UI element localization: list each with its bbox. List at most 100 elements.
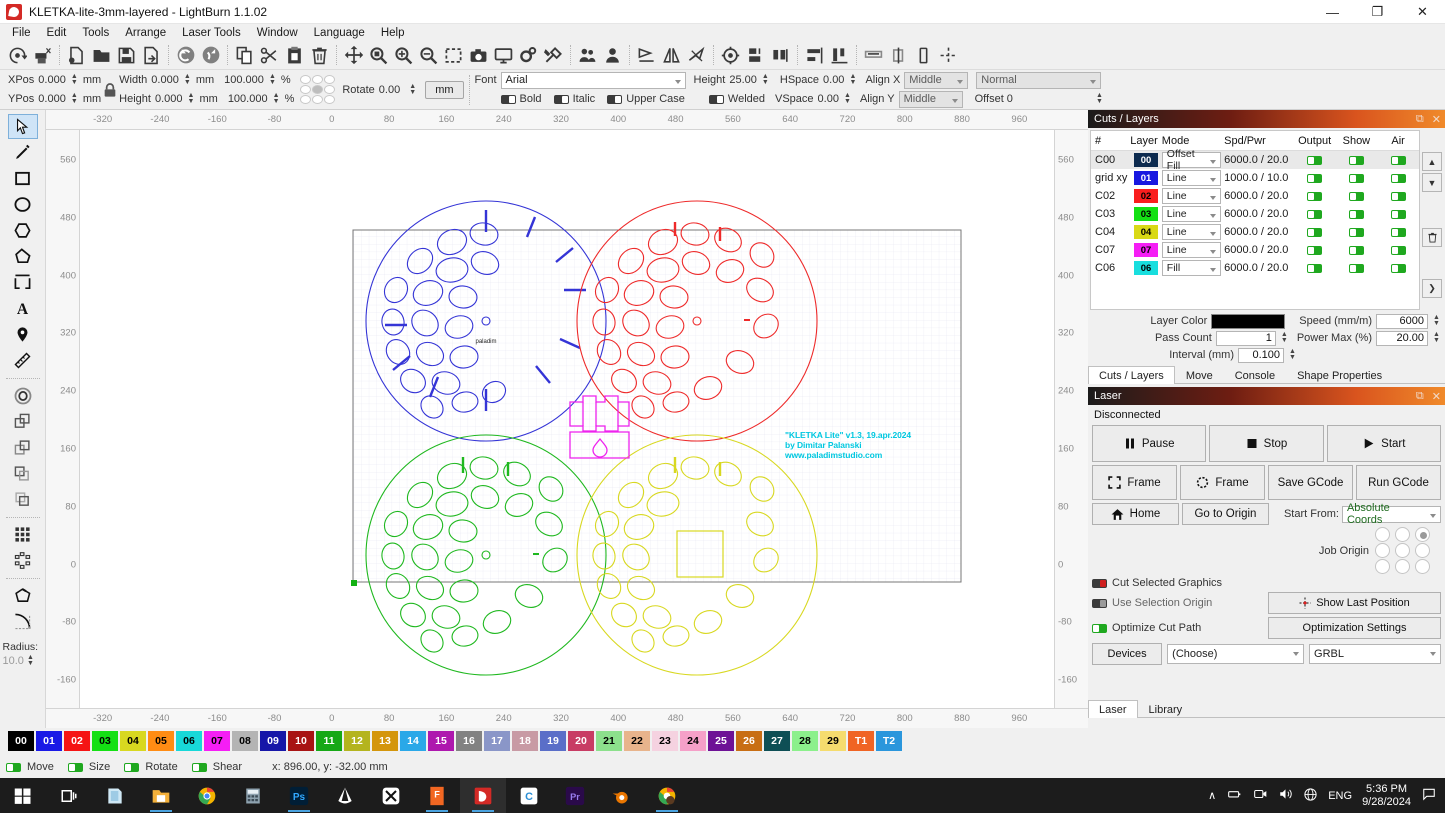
zoom-out-icon[interactable] xyxy=(416,43,441,68)
move-layer-down-button[interactable]: ▼ xyxy=(1422,173,1442,192)
tab-console[interactable]: Console xyxy=(1224,366,1286,384)
italic-toggle[interactable] xyxy=(553,94,569,104)
layer-air-toggle[interactable] xyxy=(1390,209,1406,219)
layer-output-toggle[interactable] xyxy=(1307,191,1323,201)
layer-color-chip[interactable]: 03 xyxy=(1134,207,1159,221)
aligny-select[interactable]: Middle xyxy=(898,90,963,108)
undo-icon[interactable] xyxy=(173,43,198,68)
anchor-bottom-left[interactable] xyxy=(300,94,312,104)
center-icon[interactable] xyxy=(936,43,961,68)
redo-icon[interactable] xyxy=(198,43,223,68)
boolean-exclude-tool[interactable] xyxy=(8,487,38,512)
menu-window[interactable]: Window xyxy=(249,26,306,40)
grid-array-tool[interactable] xyxy=(8,522,38,547)
layer-mode-select[interactable]: Offset Fill xyxy=(1161,148,1222,172)
layer-output-toggle[interactable] xyxy=(1307,227,1323,237)
palette-chip[interactable]: 00 xyxy=(8,731,34,751)
layer-show-toggle[interactable] xyxy=(1348,245,1364,255)
palette-chip[interactable]: 11 xyxy=(316,731,342,751)
anchor-point-selector[interactable] xyxy=(300,74,336,105)
zoom-selection-icon[interactable] xyxy=(441,43,466,68)
hspace-value[interactable]: 0.00 xyxy=(823,74,844,86)
layer-air-toggle[interactable] xyxy=(1390,245,1406,255)
hspace-spinner[interactable]: ▲ ▼ xyxy=(848,73,857,88)
start-from-select[interactable]: Absolute Coords xyxy=(1341,502,1441,526)
rotate-value[interactable]: 0.00 xyxy=(379,84,400,96)
anchor-bottom-center[interactable] xyxy=(312,94,324,104)
anchor-top-left[interactable] xyxy=(300,74,312,84)
pass-count-spinner[interactable]: ▲ ▼ xyxy=(1280,331,1289,346)
tab-shape-properties[interactable]: Shape Properties xyxy=(1286,366,1393,384)
radius-spinner[interactable]: ▲ ▼ xyxy=(26,653,35,668)
ypos-value[interactable]: 0.000 xyxy=(38,93,66,105)
fillet-radius-tool[interactable] xyxy=(8,609,38,634)
height-value[interactable]: 0.000 xyxy=(155,93,183,105)
units-button[interactable]: mm xyxy=(425,80,464,99)
cut-icon[interactable] xyxy=(257,43,282,68)
job-origin-mid-right[interactable] xyxy=(1415,543,1430,558)
layer-row[interactable]: C04 04 Line 6000.0 / 20.0 xyxy=(1091,223,1419,241)
save-icon[interactable] xyxy=(114,43,139,68)
flip-horizontal-icon[interactable] xyxy=(634,43,659,68)
lightburn-icon[interactable] xyxy=(460,778,506,813)
design-board[interactable]: paladim "KLETKA Lite" v1.3, 19.apr.2024 … xyxy=(80,130,1054,708)
layer-row[interactable]: grid xy 01 Line 1000.0 / 10.0 xyxy=(1091,169,1419,187)
layer-color-chip[interactable]: 00 xyxy=(1134,153,1159,167)
width-spinner[interactable]: ▲ ▼ xyxy=(183,73,192,88)
palette-chip[interactable]: 25 xyxy=(708,731,734,751)
optimize-cut-path-toggle[interactable] xyxy=(1092,623,1107,633)
layer-row[interactable]: C07 07 Line 6000.0 / 20.0 xyxy=(1091,241,1419,259)
menu-edit[interactable]: Edit xyxy=(39,26,75,40)
palette-chip[interactable]: 22 xyxy=(624,731,650,751)
device-settings-icon[interactable] xyxy=(541,43,566,68)
palette-chip[interactable]: 14 xyxy=(400,731,426,751)
palette-chip[interactable]: 04 xyxy=(120,731,146,751)
xpos-spinner[interactable]: ▲ ▼ xyxy=(70,73,79,88)
layer-mode-select[interactable]: Line xyxy=(1161,188,1222,204)
text-style-select[interactable]: Normal xyxy=(976,71,1102,89)
layer-show-toggle[interactable] xyxy=(1348,227,1364,237)
palette-chip[interactable]: 19 xyxy=(540,731,566,751)
rotate-toggle[interactable] xyxy=(124,762,140,772)
ellipse-tool[interactable] xyxy=(8,192,38,217)
palette-chip[interactable]: 16 xyxy=(456,731,482,751)
group-icon[interactable] xyxy=(575,43,600,68)
camera-icon[interactable] xyxy=(466,43,491,68)
protocol-select[interactable]: GRBL xyxy=(1309,644,1441,664)
layer-output-toggle[interactable] xyxy=(1307,245,1323,255)
layer-color-chip[interactable]: 04 xyxy=(1134,225,1159,239)
palette-chip[interactable]: 01 xyxy=(36,731,62,751)
measure-tool[interactable] xyxy=(8,348,38,373)
cut-selected-toggle[interactable] xyxy=(1092,578,1107,588)
laser-panel-float-icon[interactable]: ⧉ xyxy=(1416,390,1424,403)
welded-toggle[interactable] xyxy=(708,94,724,104)
size-toggle[interactable] xyxy=(67,762,83,772)
power-max-field[interactable]: 20.00 xyxy=(1376,330,1428,346)
align-group-icon[interactable] xyxy=(743,43,768,68)
copy-icon[interactable] xyxy=(232,43,257,68)
ypos-spinner[interactable]: ▲ ▼ xyxy=(70,92,79,107)
vspace-spinner[interactable]: ▲ ▼ xyxy=(843,92,852,107)
home-button[interactable]: Home xyxy=(1092,503,1179,525)
palette-chip[interactable]: 21 xyxy=(596,731,622,751)
rectangle-tool[interactable] xyxy=(8,166,38,191)
layer-air-toggle[interactable] xyxy=(1390,263,1406,273)
zoom-fit-icon[interactable] xyxy=(366,43,391,68)
file-explorer-icon[interactable] xyxy=(138,778,184,813)
windows-start-icon[interactable] xyxy=(0,778,46,813)
mirror-icon[interactable] xyxy=(659,43,684,68)
palette-chip[interactable]: 17 xyxy=(484,731,510,751)
tab-cuts-layers[interactable]: Cuts / Layers xyxy=(1088,366,1175,384)
delete-icon[interactable] xyxy=(307,43,332,68)
delete-layer-button[interactable] xyxy=(1422,228,1442,247)
run-gcode-button[interactable]: Run GCode xyxy=(1356,465,1441,500)
camera-icon[interactable] xyxy=(1253,787,1268,804)
text-tool[interactable]: A xyxy=(8,296,38,321)
show-last-position-button[interactable]: Show Last Position xyxy=(1268,592,1441,614)
boolean-subtract-tool[interactable] xyxy=(8,435,38,460)
pencil-draw-tool[interactable] xyxy=(8,140,38,165)
job-origin-selector[interactable] xyxy=(1375,527,1435,575)
layer-row[interactable]: C03 03 Line 6000.0 / 20.0 xyxy=(1091,205,1419,223)
job-origin-top-left[interactable] xyxy=(1375,527,1390,542)
height-percent-value[interactable]: 100.000 xyxy=(228,93,268,105)
